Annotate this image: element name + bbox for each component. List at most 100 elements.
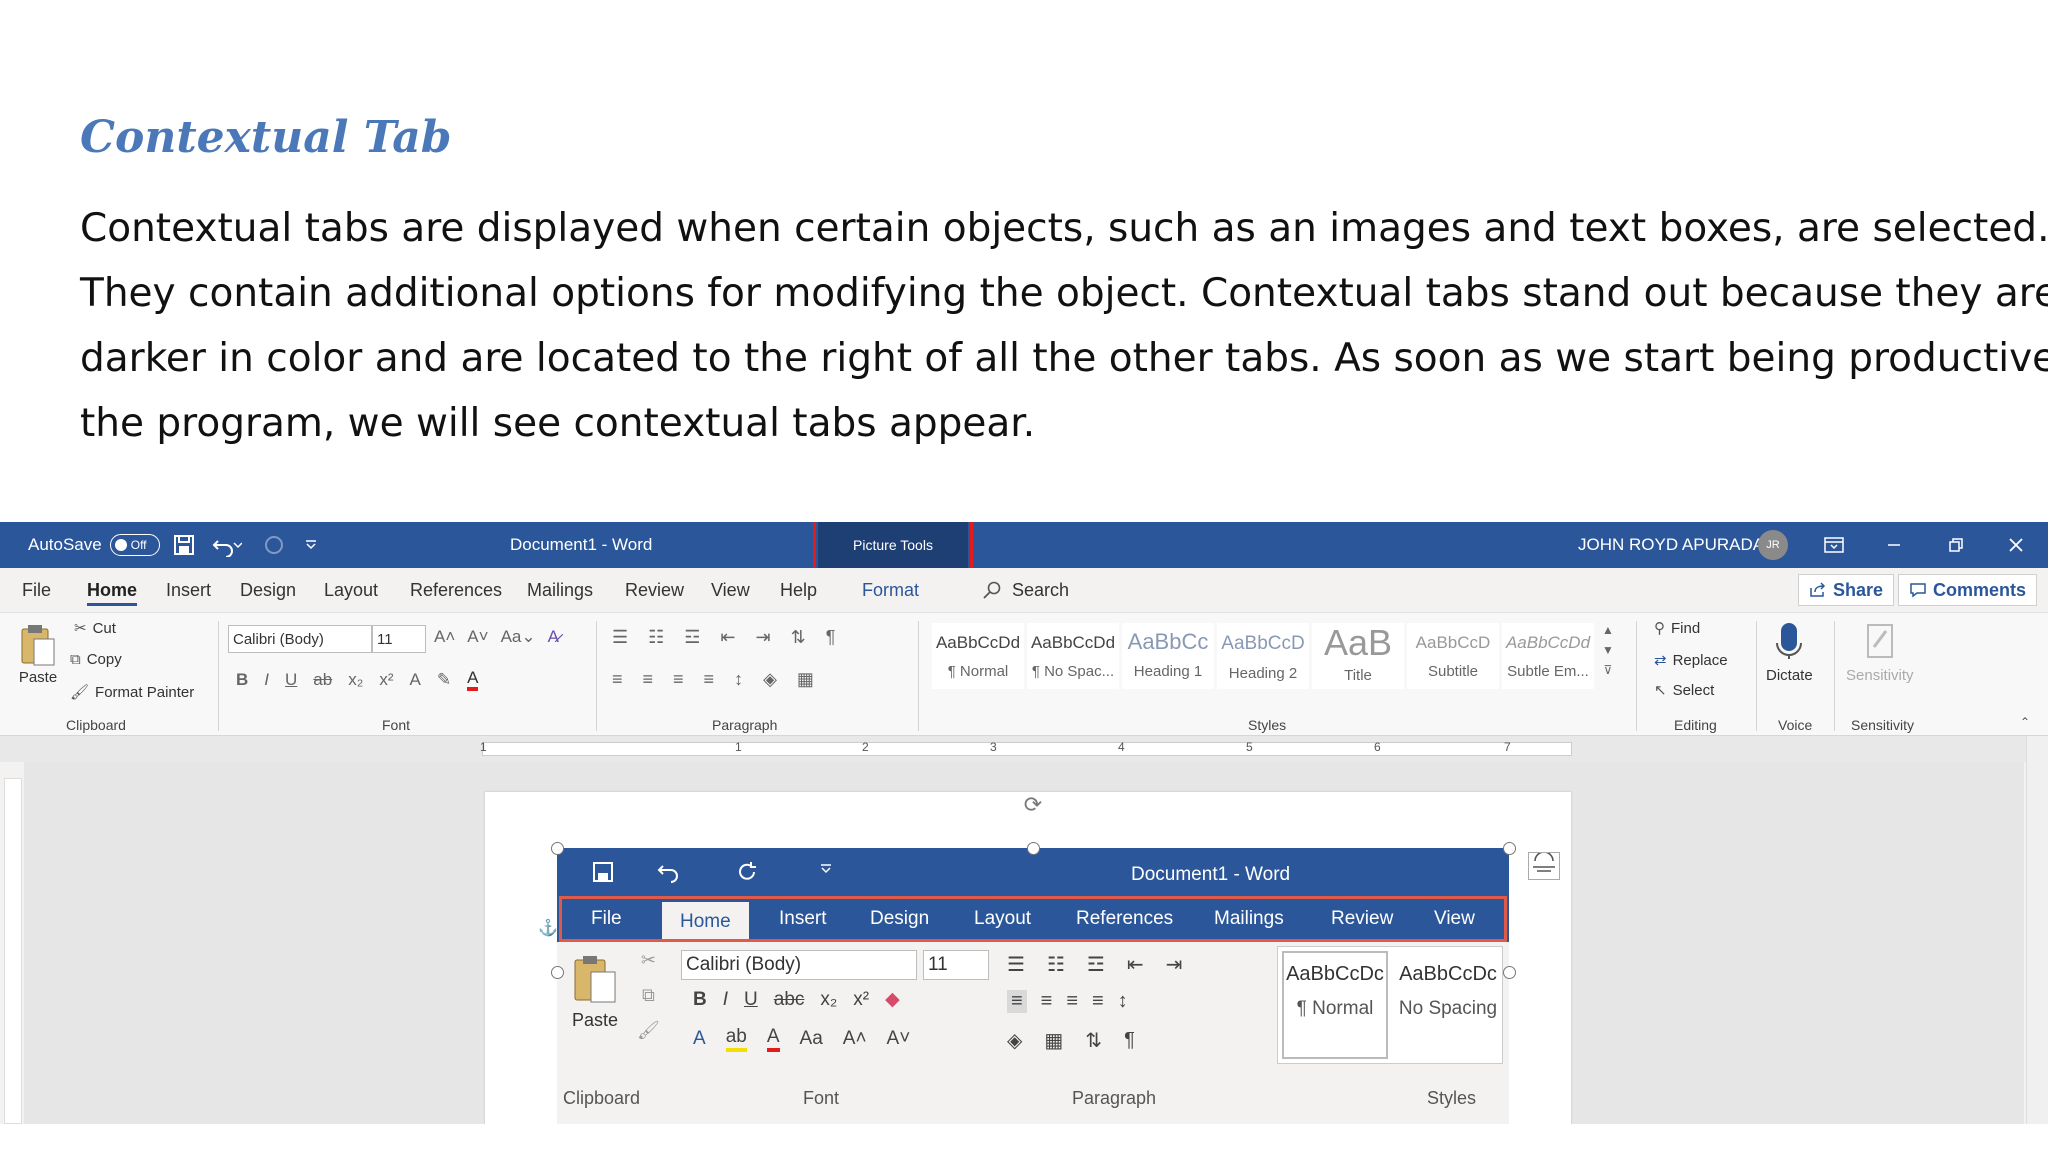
subscript-icon[interactable]: x₂ [348,670,363,690]
shrink-font-icon[interactable]: A˅ [467,627,488,647]
vertical-ruler[interactable] [4,778,22,1124]
align-left-icon[interactable]: ≡ [612,669,623,690]
strikethrough-icon[interactable]: ab [313,670,332,690]
user-name[interactable]: JOHN ROYD APURADA [1578,522,1764,568]
replace-button[interactable]: ⇄ Replace [1654,651,1728,670]
select-button[interactable]: ↖ Select [1654,681,1714,700]
styles-scroll-down-icon[interactable]: ▼ [1602,643,1614,657]
customize-qat-icon[interactable] [304,522,318,568]
style-subtle-emphasis[interactable]: AaBbCcDd Subtle Em... [1502,623,1594,689]
font-name-combo[interactable]: Calibri (Body) [228,625,372,653]
share-button[interactable]: Share [1798,574,1895,606]
picture-copy-icon: ⧉ [642,985,655,1005]
group-separator [1636,621,1637,731]
pilcrow-icon[interactable]: ¶ [826,627,836,648]
comments-button[interactable]: Comments [1898,574,2038,606]
close-icon[interactable] [2008,522,2024,568]
style-no-spacing[interactable]: AaBbCcDd ¶ No Spac... [1027,623,1119,689]
tab-design[interactable]: Design [240,568,296,612]
find-button[interactable]: ⚲ Find [1654,619,1700,638]
increase-indent-icon[interactable]: ⇥ [756,627,771,648]
font-size-combo[interactable]: 11 [372,625,426,653]
decrease-indent-icon[interactable]: ⇤ [720,627,735,648]
style-preview: AaBbCcDd [935,633,1021,652]
avatar[interactable]: JR [1758,530,1788,560]
sensitivity-button[interactable]: Sensitivity [1846,621,1914,684]
font-color-icon[interactable]: A [467,669,479,691]
style-normal[interactable]: AaBbCcDd ¶ Normal [932,623,1024,689]
grow-font-icon[interactable]: A˄ [434,627,455,647]
picture-pilcrow-icon: ¶ [1124,1029,1135,1051]
restore-icon[interactable] [1948,522,1964,568]
clear-formatting-icon[interactable]: A̷ [548,627,559,647]
style-heading-1[interactable]: AaBbCc Heading 1 [1122,623,1214,689]
tab-layout[interactable]: Layout [324,568,378,612]
autosave-control[interactable]: AutoSave Off [28,522,160,568]
dictate-button[interactable]: Dictate [1766,621,1813,684]
style-subtitle[interactable]: AaBbCcD Subtitle [1407,623,1499,689]
resize-handle[interactable] [1503,966,1516,979]
selected-picture[interactable]: Document1 - Word File Home Insert Design… [557,848,1509,1124]
tab-view[interactable]: View [711,568,750,612]
underline-icon[interactable]: U [285,670,297,690]
tab-format[interactable]: Format [862,568,919,612]
styles-scroll-up-icon[interactable]: ▲ [1602,623,1614,637]
italic-icon[interactable]: I [264,670,269,690]
autosave-toggle[interactable]: Off [109,534,160,556]
paste-button[interactable]: Paste [18,623,58,686]
paragraph-group-label: Paragraph [712,717,778,733]
resize-handle[interactable] [1503,842,1516,855]
vertical-scrollbar[interactable] [2026,736,2048,1124]
minimize-icon[interactable] [1886,522,1902,568]
redo-icon[interactable] [262,522,286,568]
tab-references[interactable]: References [410,568,502,612]
ruler-number: 6 [1374,740,1381,754]
bold-icon[interactable]: B [236,670,248,690]
tab-file[interactable]: File [22,568,51,612]
bullets-icon[interactable]: ☰ [612,627,628,648]
borders-icon[interactable]: ▦ [797,669,814,690]
text-effects-icon[interactable]: A [410,670,421,690]
highlight-icon[interactable]: ✎ [437,670,451,690]
styles-more-icon[interactable]: ⊽ [1604,663,1613,677]
rotate-handle-icon[interactable]: ⟳ [1020,792,1046,818]
style-title[interactable]: AaB Title [1312,623,1404,689]
resize-handle[interactable] [551,966,564,979]
search-box[interactable]: Search [982,568,1069,612]
autosave-state: Off [130,538,147,552]
copy-button[interactable]: ⧉ Copy [70,651,122,668]
cut-button[interactable]: ✂ Cut [74,619,116,638]
save-icon[interactable] [172,522,196,568]
group-separator [1756,621,1757,731]
numbering-icon[interactable]: ☷ [648,627,664,648]
collapse-ribbon-icon[interactable]: ⌃ [2020,715,2030,729]
tab-review[interactable]: Review [625,568,684,612]
style-preview: AaBbCc [1127,629,1209,654]
tab-home[interactable]: Home [87,568,138,612]
picture-bold-icon: B [693,988,707,1010]
superscript-icon[interactable]: x² [379,670,393,690]
tab-help[interactable]: Help [780,568,817,612]
undo-icon[interactable] [212,522,242,568]
tab-insert[interactable]: Insert [166,568,211,612]
layout-options-icon[interactable] [1528,851,1560,880]
clipboard-group-label: Clipboard [66,717,126,733]
resize-handle[interactable] [1027,842,1040,855]
align-right-icon[interactable]: ≡ [673,669,684,690]
format-painter-button[interactable]: 🖌 Format Painter [70,683,194,702]
sort-icon[interactable]: ⇅ [791,627,806,648]
style-heading-2[interactable]: AaBbCcD Heading 2 [1217,623,1309,689]
shading-icon[interactable]: ◈ [763,669,777,690]
picture-redo-icon [735,860,759,889]
change-case-icon[interactable]: Aa⌄ [501,627,536,647]
horizontal-ruler[interactable]: 1 1 2 3 4 5 6 7 [0,736,2048,762]
resize-handle[interactable] [551,842,564,855]
body-line: darker in color and are located to the r… [80,336,2048,381]
align-center-icon[interactable]: ≡ [643,669,654,690]
ribbon-display-options-icon[interactable] [1824,522,1844,568]
tab-mailings[interactable]: Mailings [527,568,593,612]
line-spacing-icon[interactable]: ↕ [734,669,743,690]
picture-save-icon [591,860,615,889]
multilevel-list-icon[interactable]: ☲ [684,627,700,648]
justify-icon[interactable]: ≡ [704,669,715,690]
